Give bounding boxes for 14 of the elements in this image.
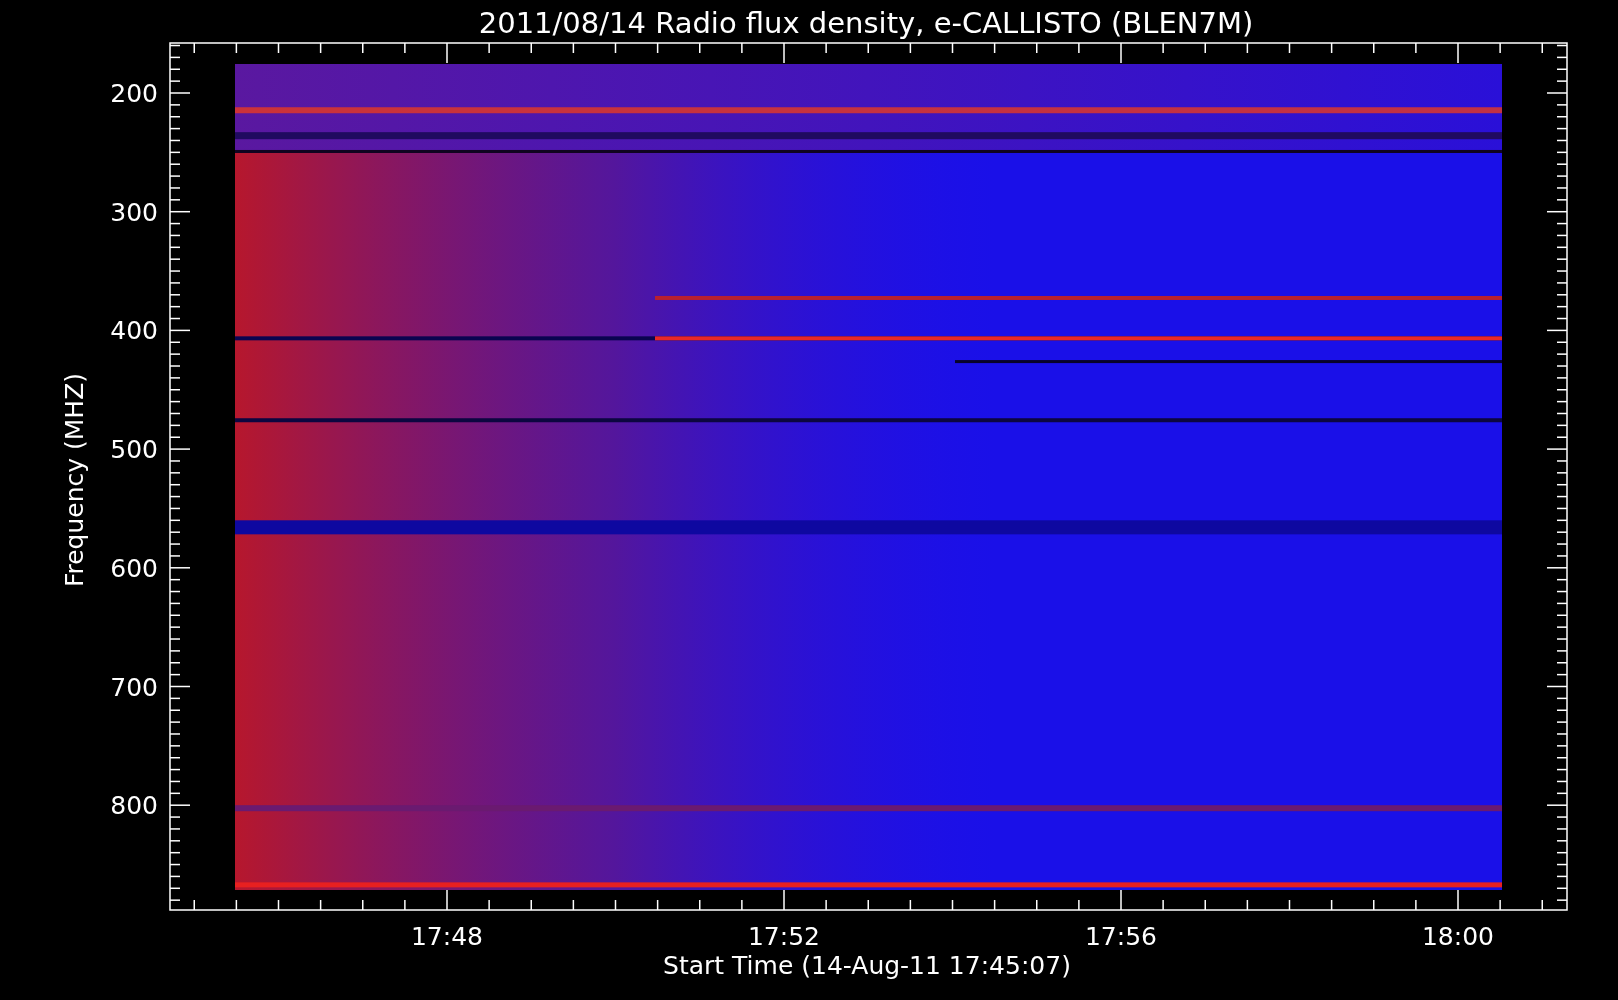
axis-tick-label: 300 xyxy=(110,197,158,227)
axis-tick-label: 700 xyxy=(110,672,158,702)
axis-tick-label: 17:48 xyxy=(411,922,483,951)
axis-tick-label: 500 xyxy=(110,435,158,465)
axis-tick-label: 18:00 xyxy=(1422,922,1494,951)
axis-title: Start Time (14-Aug-11 17:45:07) xyxy=(663,951,1071,980)
chart-title: 2011/08/14 Radio flux density, e-CALLISTO (BLEN7M) xyxy=(478,6,1254,40)
axis-tick-label: 400 xyxy=(110,316,158,346)
axis-tick-label: 17:52 xyxy=(748,922,820,951)
axis-tick-label: 600 xyxy=(110,553,158,583)
axis-tick-label: 800 xyxy=(110,791,158,821)
axis-title: Frequency (MHZ) xyxy=(60,372,89,588)
axis-tick-label: 200 xyxy=(110,79,158,108)
axis-tick-label: 17:56 xyxy=(1085,922,1157,951)
